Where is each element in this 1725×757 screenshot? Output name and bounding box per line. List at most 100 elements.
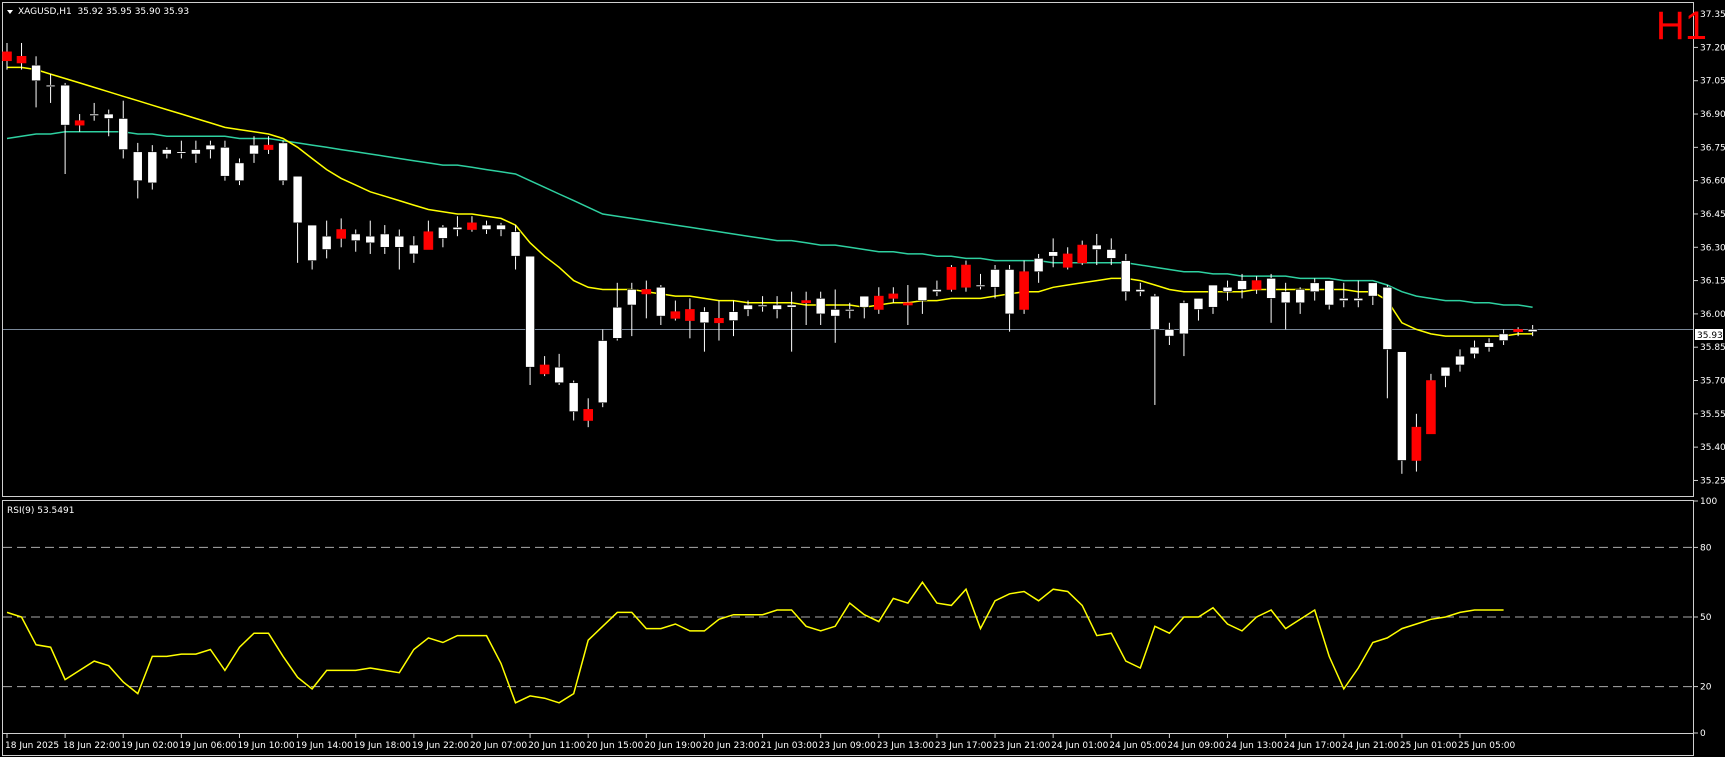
bear-candle-body <box>1062 253 1073 268</box>
bull-candle-body <box>89 113 99 116</box>
bear-candle-body <box>1077 244 1088 264</box>
time-tick-label: 19 Jun 02:00 <box>121 741 178 751</box>
price-tick-label: 35.40 <box>1700 443 1725 453</box>
chart-window[interactable]: 37.3537.2037.0536.9036.7536.6036.4536.30… <box>0 0 1725 757</box>
bear-candle-body <box>263 144 274 150</box>
bear-candle-body <box>16 55 27 64</box>
candle <box>278 140 288 186</box>
bull-candle-body <box>1135 289 1146 292</box>
bull-candle-body <box>1469 346 1480 355</box>
time-tick-label: 24 Jun 09:00 <box>1167 741 1224 751</box>
bull-candle-body <box>307 224 317 261</box>
bear-candle-body <box>670 311 681 319</box>
bull-candle-body <box>830 309 841 317</box>
bull-candle-body <box>844 309 855 312</box>
bull-candle-body <box>612 306 623 339</box>
bull-candle-body <box>162 149 172 155</box>
bull-candle-body <box>60 84 70 126</box>
bull-candle-body <box>1295 289 1305 304</box>
bull-candle-body <box>1004 269 1015 315</box>
bull-candle-body <box>45 84 56 87</box>
bull-candle-body <box>1193 298 1204 310</box>
bull-candle-body <box>1455 355 1465 366</box>
bull-candle-body <box>510 231 521 257</box>
bear-candle-body <box>801 300 811 304</box>
bull-candle-body <box>975 284 986 287</box>
bear-candle-body <box>1411 426 1422 461</box>
bull-candle-body <box>917 286 928 301</box>
bull-candle-body <box>1164 329 1175 337</box>
time-tick-label: 18 Jun 22:00 <box>63 741 120 751</box>
bull-candle-body <box>1368 282 1378 297</box>
bear-candle-body <box>423 231 434 250</box>
bull-candle-body <box>597 340 608 404</box>
rsi-tick-label: 20 <box>1700 683 1712 693</box>
time-tick-label: 25 Jun 05:00 <box>1458 741 1515 751</box>
time-tick-label: 25 Jun 01:00 <box>1400 741 1457 751</box>
bull-candle-body <box>1091 244 1102 250</box>
price-tick-label: 35.55 <box>1700 410 1725 420</box>
bear-candle-body <box>1251 280 1262 290</box>
bull-candle-body <box>1121 260 1131 292</box>
time-tick-label: 20 Jun 19:00 <box>644 741 701 751</box>
price-tick-label: 36.60 <box>1700 177 1725 187</box>
bull-candle-body <box>409 244 419 255</box>
candle <box>946 265 957 292</box>
bear-candle-body <box>583 409 594 421</box>
bull-candle-body <box>1237 280 1247 290</box>
rsi-tick-label: 80 <box>1700 543 1712 553</box>
bull-candle-body <box>626 289 637 306</box>
bear-candle-body <box>903 302 913 306</box>
price-tick-label: 36.30 <box>1700 243 1725 253</box>
current-price-tag: 35.93 <box>1695 329 1723 341</box>
bull-candle-body <box>1208 284 1218 308</box>
bear-candle-body <box>74 120 85 126</box>
bull-candle-body <box>990 269 1000 288</box>
price-tick-label: 36.75 <box>1700 143 1725 153</box>
bull-candle-body <box>103 113 114 119</box>
time-tick-label: 23 Jun 09:00 <box>819 741 876 751</box>
rsi-tick-label: 50 <box>1700 613 1712 623</box>
bull-candle-body <box>743 304 753 310</box>
bull-candle-body <box>147 151 158 184</box>
time-tick-label: 19 Jun 18:00 <box>354 741 411 751</box>
bull-candle-body <box>786 304 797 308</box>
bull-candle-body <box>1048 251 1058 257</box>
time-tick-label: 19 Jun 14:00 <box>296 741 353 751</box>
bear-candle-body <box>539 364 550 375</box>
bull-candle-body <box>452 226 463 230</box>
timeframe-label: H1 <box>1655 4 1707 48</box>
rsi-tick-label: 0 <box>1700 729 1706 739</box>
bull-candle-body <box>220 147 230 177</box>
bear-candle-body <box>946 266 957 290</box>
bull-candle-body <box>554 366 564 384</box>
candle <box>1426 373 1436 435</box>
bull-candle-body <box>656 286 666 317</box>
time-tick-label: 23 Jun 17:00 <box>935 741 992 751</box>
time-tick-label: 19 Jun 10:00 <box>237 741 294 751</box>
bull-candle-body <box>31 64 41 82</box>
price-tick-label: 35.85 <box>1700 343 1725 353</box>
time-tick-label: 24 Jun 21:00 <box>1342 741 1399 751</box>
time-tick-label: 24 Jun 01:00 <box>1051 741 1108 751</box>
bull-candle-body <box>278 142 288 181</box>
bear-candle-body <box>873 295 884 310</box>
bear-candle-body <box>714 318 724 324</box>
bear-candle-body <box>1513 329 1523 332</box>
bear-candle-body <box>685 309 695 321</box>
bear-candle-body <box>336 229 346 239</box>
candle <box>147 145 158 190</box>
bear-candle-body <box>1019 271 1029 310</box>
price-tick-label: 36.15 <box>1700 277 1725 287</box>
bull-candle-body <box>1266 278 1276 299</box>
bull-candle-body <box>1338 298 1349 301</box>
bull-candle-body <box>859 295 870 308</box>
time-tick-label: 20 Jun 11:00 <box>528 741 585 751</box>
bull-candle-body <box>191 149 201 155</box>
bull-candle-body <box>321 235 332 250</box>
bull-candle-body <box>1309 282 1320 292</box>
bull-candle-body <box>118 118 129 150</box>
bull-candle-body <box>728 311 739 321</box>
candle <box>961 260 971 292</box>
time-tick-label: 24 Jun 17:00 <box>1284 741 1341 751</box>
